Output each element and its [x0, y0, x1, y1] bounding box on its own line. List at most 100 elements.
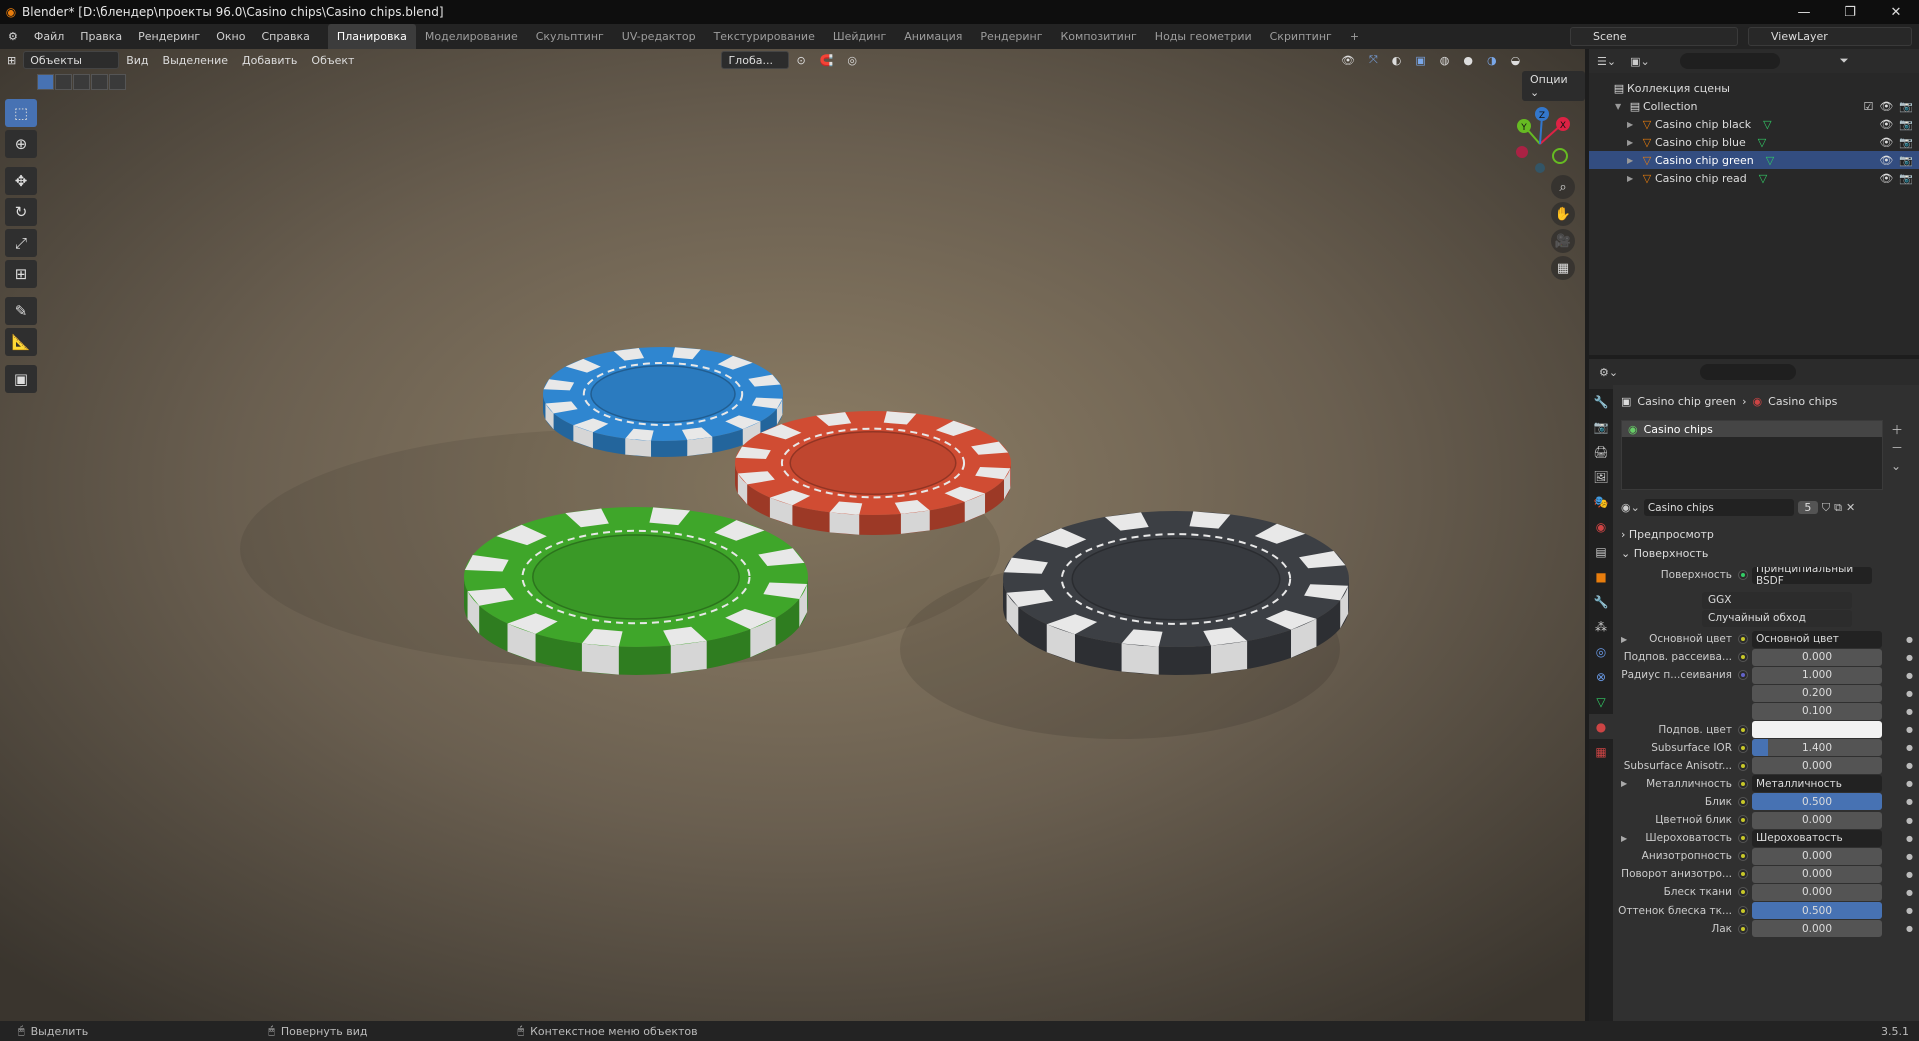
object-tab-icon[interactable]: ■	[1589, 564, 1613, 589]
socket-icon[interactable]	[1738, 724, 1748, 735]
xray-icon[interactable]: ▣	[1408, 50, 1432, 70]
proportional-edit-icon[interactable]: ◎	[840, 50, 864, 70]
keyframe-dot-icon[interactable]: ●	[1906, 797, 1913, 806]
display-mode-icon[interactable]: ▣⌄	[1630, 55, 1650, 68]
navigation-gizmo[interactable]: X Y Z	[1500, 104, 1580, 184]
linked-input-field[interactable]: Основной цвет	[1752, 630, 1882, 648]
subsurface-method-dropdown[interactable]: Случайный обход	[1702, 609, 1852, 627]
number-field[interactable]: 0.100	[1752, 702, 1882, 720]
keyframe-dot-icon[interactable]: ●	[1906, 816, 1913, 825]
keyframe-dot-icon[interactable]: ●	[1906, 906, 1913, 915]
number-field[interactable]: 0.200	[1752, 684, 1882, 702]
tab-sculpting[interactable]: Скульптинг	[527, 24, 613, 49]
material-slot-list[interactable]: ◉ Casino chips	[1621, 420, 1883, 490]
shading-solid-icon[interactable]: ●	[1456, 50, 1480, 70]
tab-texture-paint[interactable]: Текстурирование	[705, 24, 824, 49]
shading-rendered-icon[interactable]: ◒	[1504, 50, 1528, 70]
mode-dropdown[interactable]: Объекты	[23, 51, 120, 69]
surface-panel-header[interactable]: ⌄ Поверхность	[1621, 547, 1708, 560]
keyframe-dot-icon[interactable]: ●	[1906, 689, 1913, 698]
tool-tab-icon[interactable]: 🔧	[1589, 389, 1613, 414]
material-users-count[interactable]: 5	[1797, 501, 1818, 514]
modifier-tab-icon[interactable]: 🔧	[1589, 589, 1613, 614]
material-slot-row[interactable]: ◉ Casino chips	[1622, 421, 1882, 437]
expand-arrow-icon[interactable]: ▶	[1627, 120, 1639, 129]
keyframe-dot-icon[interactable]: ●	[1906, 888, 1913, 897]
tab-shading[interactable]: Шейдинг	[824, 24, 895, 49]
linked-input-field[interactable]: Шероховатость	[1752, 829, 1882, 847]
socket-icon[interactable]	[1738, 652, 1748, 663]
eye-icon[interactable]: 👁	[1879, 154, 1893, 167]
editor-type-icon[interactable]: ⊞	[0, 50, 23, 70]
casino-chip-red[interactable]	[735, 411, 1011, 535]
keyframe-dot-icon[interactable]: ●	[1906, 725, 1913, 734]
number-field[interactable]: 0.000	[1752, 847, 1882, 865]
number-field[interactable]: 0.000	[1752, 883, 1882, 901]
collection-tab-icon[interactable]: ▤	[1589, 539, 1613, 564]
physics-tab-icon[interactable]: ◎	[1589, 639, 1613, 664]
expand-arrow-icon[interactable]: ▶	[1627, 174, 1639, 183]
material-browse-icon[interactable]: ◉⌄	[1621, 501, 1640, 514]
select-box-tool-icon[interactable]: ⬚	[5, 99, 37, 127]
socket-icon[interactable]	[1738, 778, 1748, 789]
outliner-object-row[interactable]: ▶ ▽ Casino chip green ▽ 👁 📷	[1589, 151, 1919, 169]
snap-icon[interactable]: 🧲	[813, 50, 841, 70]
pivot-icon[interactable]: ⊙	[789, 50, 812, 70]
tab-animation[interactable]: Анимация	[895, 24, 971, 49]
transform-tool-icon[interactable]: ⊞	[5, 260, 37, 288]
keyframe-dot-icon[interactable]: ●	[1906, 924, 1913, 933]
render-tab-icon[interactable]: 📷	[1589, 414, 1613, 439]
select-extend-icon[interactable]	[55, 74, 72, 90]
camera-view-icon[interactable]: 🎥	[1551, 229, 1575, 253]
menu-help[interactable]: Справка	[253, 24, 317, 49]
number-field[interactable]: 0.000	[1752, 920, 1882, 938]
menu-edit[interactable]: Правка	[72, 24, 130, 49]
tab-uv-editing[interactable]: UV-редактор	[613, 24, 705, 49]
tab-modeling[interactable]: Моделирование	[416, 24, 527, 49]
eye-icon[interactable]: 👁	[1879, 100, 1893, 113]
keyframe-dot-icon[interactable]: ●	[1906, 852, 1913, 861]
eye-icon[interactable]: 👁	[1879, 118, 1893, 131]
properties-search-input[interactable]	[1700, 364, 1797, 380]
constraints-tab-icon[interactable]: ⊗	[1589, 664, 1613, 689]
menu-file[interactable]: Файл	[26, 24, 72, 49]
camera-icon[interactable]: 📷	[1899, 100, 1913, 113]
expand-arrow-icon[interactable]: ▶	[1627, 156, 1639, 165]
casino-chip-blue[interactable]	[543, 347, 783, 457]
transform-orientation-dropdown[interactable]: Глоба...	[721, 51, 790, 69]
shading-wireframe-icon[interactable]: ◍	[1433, 50, 1457, 70]
particles-tab-icon[interactable]: ⁂	[1589, 614, 1613, 639]
keyframe-dot-icon[interactable]: ●	[1906, 870, 1913, 879]
annotate-tool-icon[interactable]: ✎	[5, 297, 37, 325]
socket-icon[interactable]	[1738, 851, 1748, 862]
tab-compositing[interactable]: Композитинг	[1052, 24, 1146, 49]
duplicate-material-icon[interactable]: ⧉	[1834, 501, 1842, 515]
tab-scripting[interactable]: Скриптинг	[1261, 24, 1341, 49]
add-cube-tool-icon[interactable]: ▣	[5, 365, 37, 393]
select-invert-icon[interactable]	[91, 74, 108, 90]
fake-user-icon[interactable]: ⛉	[1822, 501, 1830, 515]
overlay-icon[interactable]: ◐	[1385, 50, 1409, 70]
ortho-grid-icon[interactable]: ▦	[1551, 256, 1575, 280]
number-field[interactable]: 0.000	[1752, 648, 1882, 666]
select-new-icon[interactable]	[37, 74, 54, 90]
output-tab-icon[interactable]: 🖨	[1589, 439, 1613, 464]
eye-icon[interactable]: 👁	[1879, 172, 1893, 185]
number-field[interactable]: 1.400	[1752, 739, 1882, 757]
socket-icon[interactable]	[1738, 905, 1748, 916]
material-tab-icon[interactable]: ●	[1589, 714, 1613, 739]
outliner-search-input[interactable]	[1679, 53, 1780, 69]
keyframe-dot-icon[interactable]: ●	[1906, 653, 1913, 662]
scale-tool-icon[interactable]: ⤢	[5, 229, 37, 257]
keyframe-dot-icon[interactable]: ●	[1906, 743, 1913, 752]
select-subtract-icon[interactable]	[73, 74, 90, 90]
number-field[interactable]: 0.000	[1752, 865, 1882, 883]
filter-icon[interactable]: ⏷	[1840, 54, 1849, 68]
scene-tab-icon[interactable]: 🎭	[1589, 489, 1613, 514]
measure-tool-icon[interactable]: 📐	[5, 328, 37, 356]
surface-shader-field[interactable]: Принципиальный BSDF	[1752, 566, 1872, 584]
camera-icon[interactable]: 📷	[1899, 118, 1913, 131]
cursor-tool-icon[interactable]: ⊕	[5, 130, 37, 158]
number-field[interactable]: 0.000	[1752, 811, 1882, 829]
scene-selector[interactable]: Scene	[1570, 27, 1738, 46]
